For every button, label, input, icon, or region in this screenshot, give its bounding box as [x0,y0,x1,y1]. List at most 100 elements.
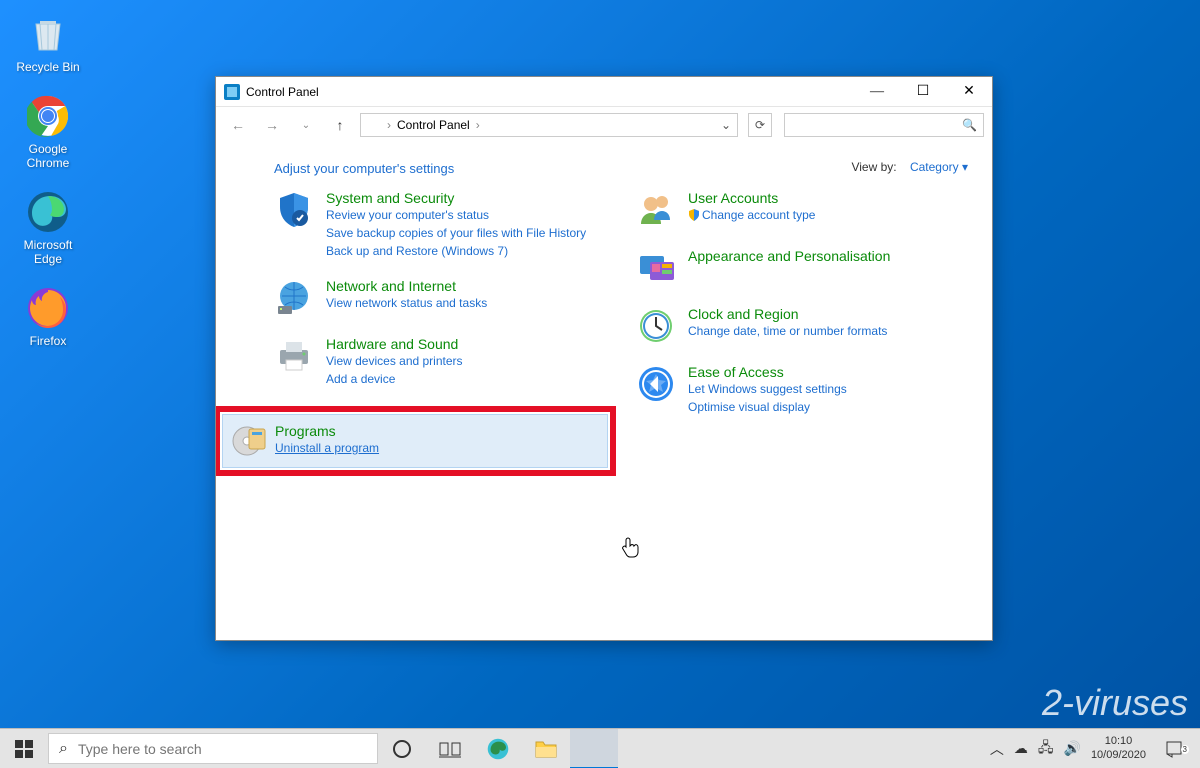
category-system-security: System and Security Review your computer… [274,190,606,260]
shield-icon [274,190,314,230]
category-clock-region: Clock and Region Change date, time or nu… [636,306,968,346]
category-title[interactable]: Hardware and Sound [326,336,606,352]
firefox-icon [24,284,72,332]
category-title[interactable]: Appearance and Personalisation [688,248,968,264]
category-link[interactable]: Back up and Restore (Windows 7) [326,242,606,260]
nav-back-button[interactable]: ← [224,111,252,139]
taskbar-app-edge[interactable] [474,729,522,768]
cortana-button[interactable] [378,729,426,768]
category-network-internet: Network and Internet View network status… [274,278,606,318]
view-by-dropdown[interactable]: Category ▾ [910,160,968,174]
nav-up-button[interactable]: ↑ [326,111,354,139]
uninstall-program-link[interactable]: Uninstall a program [275,439,597,457]
tray-notifications-button[interactable]: 3 [1156,740,1192,758]
category-title[interactable]: Network and Internet [326,278,606,294]
category-title[interactable]: User Accounts [688,190,968,206]
refresh-button[interactable]: ⟳ [748,113,772,137]
category-link[interactable]: View devices and printers [326,352,606,370]
taskbar-search-input[interactable] [78,741,367,757]
desktop-icon-firefox[interactable]: Firefox [10,284,86,348]
category-title[interactable]: Clock and Region [688,306,968,322]
desktop-icon-recycle-bin[interactable]: Recycle Bin [10,10,86,74]
control-panel-icon [367,118,381,132]
taskbar-app-control-panel[interactable] [570,729,618,768]
right-column: User Accounts Change account type Appear… [636,190,968,476]
tray-clock[interactable]: 10:10 10/09/2020 [1091,735,1146,761]
desktop: Recycle Bin Google Chrome Microsoft Edge… [0,0,200,366]
close-button[interactable]: ✕ [946,77,992,107]
printer-icon [274,336,314,376]
control-panel-icon [224,84,240,100]
category-link[interactable]: Change account type [688,206,968,224]
category-link[interactable]: View network status and tasks [326,294,606,312]
desktop-icon-label: Firefox [10,334,86,348]
category-link[interactable]: Optimise visual display [688,398,968,416]
category-title[interactable]: Ease of Access [688,364,968,380]
category-link[interactable]: Review your computer's status [326,206,606,224]
category-link[interactable]: Change date, time or number formats [688,322,968,340]
annotation-highlight: Programs Uninstall a program [216,406,616,476]
address-dropdown-button[interactable]: ⌄ [721,118,731,132]
system-tray: ︿ ☁ 🖧 🔊 10:10 10/09/2020 3 [982,729,1200,768]
recycle-bin-icon [24,10,72,58]
content-area: Adjust your computer's settings View by:… [216,143,992,640]
nav-forward-button[interactable]: → [258,111,286,139]
search-icon[interactable]: 🔍 [962,118,977,132]
desktop-icon-label: Recycle Bin [10,60,86,74]
window-buttons: — ☐ ✕ [854,77,992,107]
uac-shield-icon [688,209,700,221]
user-accounts-icon [636,190,676,230]
tray-chevron-up-icon[interactable]: ︿ [990,739,1004,759]
search-box[interactable]: 🔍 [784,113,984,137]
task-view-button[interactable] [426,729,474,768]
taskbar-buttons [378,729,618,768]
window-title: Control Panel [246,85,319,99]
minimize-button[interactable]: — [854,77,900,107]
tray-onedrive-icon[interactable]: ☁ [1014,740,1028,757]
tray-time: 10:10 [1091,735,1146,748]
chrome-icon [24,92,72,140]
desktop-icon-google-chrome[interactable]: Google Chrome [10,92,86,170]
nav-row: ← → ⌄ ↑ › Control Panel › ⌄ ⟳ 🔍 [216,107,992,143]
category-link[interactable]: Add a device [326,370,606,388]
desktop-icon-label: Google Chrome [10,142,86,170]
tray-volume-icon[interactable]: 🔊 [1064,740,1081,757]
control-panel-window: Control Panel — ☐ ✕ ← → ⌄ ↑ › Control Pa… [215,76,993,641]
category-appearance: Appearance and Personalisation [636,248,968,288]
titlebar[interactable]: Control Panel — ☐ ✕ [216,77,992,107]
watermark: 2-viruses [1042,682,1188,724]
taskbar-search[interactable]: ⌕ [48,733,378,764]
category-hardware-sound: Hardware and Sound View devices and prin… [274,336,606,388]
breadcrumb-root[interactable]: Control Panel [397,118,470,132]
clock-icon [636,306,676,346]
view-by: View by: Category ▾ [851,160,968,174]
desktop-icon-label: Microsoft Edge [10,238,86,266]
category-title[interactable]: System and Security [326,190,606,206]
edge-icon [24,188,72,236]
start-button[interactable] [0,729,48,768]
search-input[interactable] [791,118,962,132]
maximize-button[interactable]: ☐ [900,77,946,107]
category-user-accounts: User Accounts Change account type [636,190,968,230]
appearance-icon [636,248,676,288]
desktop-icon-microsoft-edge[interactable]: Microsoft Edge [10,188,86,266]
programs-icon [229,421,269,461]
category-programs[interactable]: Programs Uninstall a program [222,414,608,468]
tray-network-icon[interactable]: 🖧 [1038,737,1054,761]
notif-badge: 3 [1181,745,1189,754]
category-link[interactable]: Save backup copies of your files with Fi… [326,224,606,242]
control-panel-icon [585,739,603,757]
category-ease-of-access: Ease of Access Let Windows suggest setti… [636,364,968,416]
search-icon: ⌕ [59,740,68,758]
taskbar-app-file-explorer[interactable] [522,729,570,768]
tray-date: 10/09/2020 [1091,749,1146,762]
address-bar[interactable]: › Control Panel › ⌄ [360,113,738,137]
category-title[interactable]: Programs [275,423,597,439]
view-by-label: View by: [851,160,896,174]
ease-of-access-icon [636,364,676,404]
left-column: System and Security Review your computer… [274,190,606,476]
taskbar: ⌕ ︿ ☁ 🖧 🔊 10:10 10/09/2020 3 [0,728,1200,768]
globe-icon [274,278,314,318]
category-link[interactable]: Let Windows suggest settings [688,380,968,398]
nav-recent-button[interactable]: ⌄ [292,111,320,139]
